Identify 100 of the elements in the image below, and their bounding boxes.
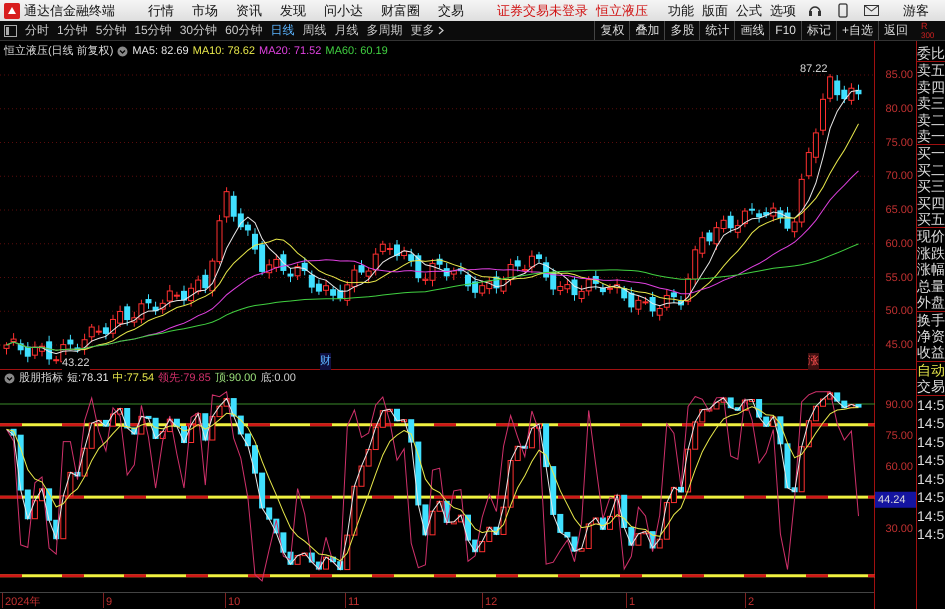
indicator-value: MA20: 71.52 (259, 44, 322, 59)
quote-label: 卖三 (917, 95, 945, 112)
date-label: 9 (106, 595, 112, 609)
trade-time: 14:5 (917, 506, 945, 526)
menu-item[interactable]: 行情 (139, 0, 183, 20)
corner-label: R (921, 22, 928, 30)
toolbar-button[interactable]: 统计 (699, 21, 734, 40)
quote-label: 涨跌 (917, 244, 945, 262)
period-tab[interactable]: 周线 (298, 21, 330, 40)
period-tab[interactable]: 15分钟 (130, 21, 176, 40)
quote-label: 涨幅 (917, 261, 945, 278)
price-label: 85.00 (885, 68, 913, 83)
quote-label: 外盘 (917, 294, 945, 310)
quote-label: 委比 (917, 45, 945, 62)
price-label: 60.00 (885, 236, 913, 252)
event-marker: 财 (320, 353, 331, 370)
indicator-value: MA10: 78.62 (192, 44, 256, 59)
chart-title: 恒立液压(日线 前复权) (4, 44, 114, 59)
price-label: 55.00 (885, 270, 913, 286)
app-name: 通达信金融终端 (24, 2, 115, 20)
menu-item[interactable]: 市场 (183, 0, 227, 20)
indicator-scale-label: 75.00 (885, 428, 913, 444)
menu-item[interactable]: 发现 (271, 0, 315, 20)
phone-icon[interactable] (838, 3, 848, 18)
date-label: 2 (748, 595, 754, 609)
quote-label: 自动 (917, 362, 945, 378)
mail-icon[interactable] (864, 5, 879, 16)
high-price-label: 87.22 (800, 62, 828, 77)
price-label: 65.00 (885, 202, 913, 218)
quote-label: 买一 (917, 145, 945, 162)
period-tab[interactable]: 30分钟 (176, 21, 222, 40)
menu-item[interactable]: 版面 (698, 0, 732, 20)
period-tab[interactable]: 月线 (330, 21, 362, 40)
quote-label: 总量 (917, 278, 945, 294)
indicator-value: 底:0.00 (260, 370, 296, 386)
price-label: 75.00 (885, 135, 913, 150)
quote-label: 买三 (917, 178, 945, 195)
trade-time: 14:5 (917, 451, 945, 470)
corner-sublabel: 300 (921, 30, 936, 40)
indicator-value: 中:77.54 (112, 371, 154, 386)
quote-label: 卖一 (917, 128, 945, 144)
period-tab[interactable]: 分时 (21, 21, 53, 40)
quote-label: 买二 (917, 162, 945, 178)
toolbar-button[interactable]: 复权 (594, 21, 630, 40)
price-label: 80.00 (885, 102, 913, 116)
period-tab[interactable]: 60分钟 (221, 21, 266, 40)
menu-item[interactable]: 交易 (429, 0, 473, 20)
chevron-icon[interactable] (438, 26, 446, 35)
panel-toggle-icon[interactable] (4, 24, 17, 36)
toolbar-button[interactable]: +自选 (836, 21, 878, 40)
quote-label: 收益 (917, 344, 945, 361)
menu-item[interactable]: 公式 (732, 0, 766, 20)
toolbar-button[interactable]: 多股 (664, 21, 700, 40)
period-tab[interactable]: 多周期 (362, 21, 406, 40)
menu-item[interactable]: 财富圈 (372, 0, 429, 20)
toolbar-button[interactable]: F10 (769, 21, 801, 40)
login-status[interactable]: 证券交易未登录 (497, 0, 588, 20)
quote-label: 买四 (917, 194, 945, 212)
quote-label: 卖四 (917, 78, 945, 96)
stock-name: 恒立液压 (596, 2, 648, 20)
indicator-scale-label: 90.00 (885, 398, 913, 413)
toolbar-button[interactable]: 叠加 (629, 21, 664, 40)
quote-label: 卖五 (917, 62, 945, 79)
quote-label: 现价 (917, 228, 945, 245)
quote-label: 交易 (917, 378, 945, 395)
period-tab[interactable]: 5分钟 (92, 21, 130, 40)
indicator-value: 短:78.31 (67, 371, 109, 386)
headset-icon[interactable] (808, 4, 822, 18)
toolbar-button[interactable]: 返回 (878, 21, 913, 40)
trade-time: 14:5 (917, 488, 945, 507)
user-name[interactable]: 游客 (903, 0, 929, 20)
trade-time: 14:5 (917, 470, 945, 488)
period-tab[interactable]: 1分钟 (53, 21, 92, 40)
toolbar-button[interactable]: 画线 (734, 21, 770, 40)
toolbar-button[interactable]: 标记 (800, 21, 836, 40)
menu-item[interactable]: 功能 (664, 0, 698, 20)
quote-label: 换手 (917, 312, 945, 328)
menu-item[interactable]: 选项 (766, 0, 800, 20)
event-marker: 涨 (808, 353, 819, 370)
dropdown-icon[interactable] (117, 46, 128, 56)
current-value-label: 44.24 (875, 491, 916, 508)
period-tab[interactable]: 日线 (266, 21, 298, 40)
dropdown-icon[interactable] (4, 373, 15, 384)
period-tab[interactable]: 更多 (406, 21, 438, 40)
logo-icon (4, 2, 20, 18)
date-label: 11 (348, 595, 360, 609)
trade-time: 14:5 (917, 432, 945, 452)
quote-label: 净资 (917, 328, 945, 344)
trade-time: 14:5 (917, 414, 945, 433)
date-label: 10 (228, 595, 240, 609)
trade-time: 14:5 (917, 525, 945, 544)
low-price-label: 43.22 (62, 355, 90, 372)
trade-time: 14:5 (917, 396, 945, 414)
menu-item[interactable]: 问小达 (315, 0, 372, 20)
indicator-scale-label: 60.00 (885, 460, 913, 475)
date-label: 2024年 (5, 595, 40, 609)
indicator-scale-label: 30.00 (885, 522, 913, 537)
menu-item[interactable]: 资讯 (227, 0, 271, 20)
indicator-value: 领先:79.85 (158, 371, 211, 386)
price-label: 45.00 (885, 338, 913, 353)
